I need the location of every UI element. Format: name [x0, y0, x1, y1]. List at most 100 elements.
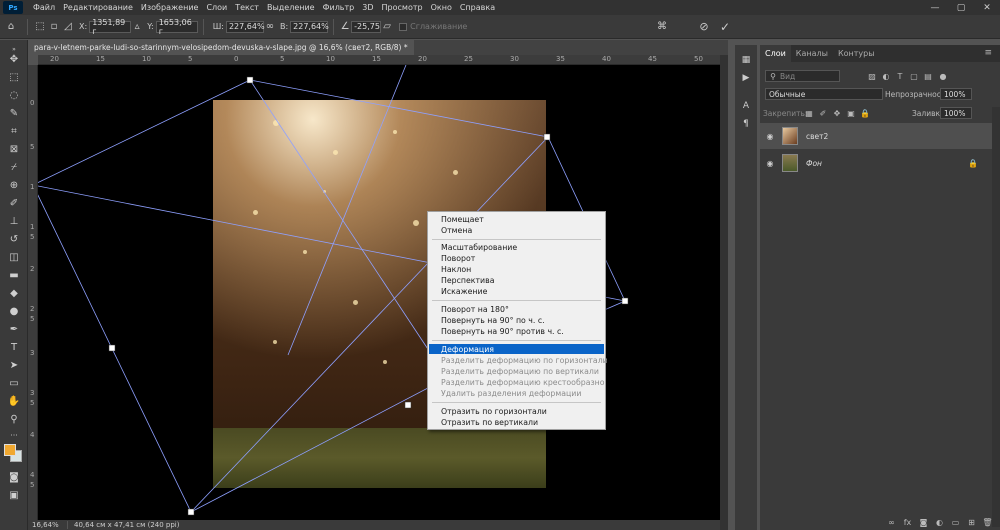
eraser-tool-icon[interactable]: ◫: [5, 250, 23, 265]
menu-view[interactable]: Просмотр: [378, 3, 427, 12]
frame-tool-icon[interactable]: ⊠: [5, 142, 23, 157]
zoom-tool-icon[interactable]: ⚲: [5, 412, 23, 427]
delta-icon[interactable]: ◿: [61, 21, 75, 32]
filter-toggle-icon[interactable]: ●: [938, 70, 948, 82]
layer-name[interactable]: свет2: [806, 132, 828, 141]
menu-item-rotate-90-cw[interactable]: Повернуть на 90° по ч. с.: [429, 315, 604, 325]
screen-mode-icon[interactable]: ▣: [5, 488, 23, 503]
menu-type[interactable]: Текст: [231, 3, 263, 12]
lasso-tool-icon[interactable]: ◌: [5, 88, 23, 103]
stamp-tool-icon[interactable]: ⊥: [5, 214, 23, 229]
hand-tool-icon[interactable]: ✋: [5, 394, 23, 409]
lock-move-icon[interactable]: ✥: [832, 107, 842, 119]
transform-handle[interactable]: [404, 401, 412, 409]
transform-handle[interactable]: [246, 76, 254, 84]
warp-toggle-icon[interactable]: ⌘: [655, 21, 669, 32]
adjustment-layer-icon[interactable]: ◐: [933, 516, 946, 529]
home-icon[interactable]: ⌂: [0, 21, 22, 32]
filter-shape-icon[interactable]: ▢: [909, 70, 919, 82]
eyedropper-tool-icon[interactable]: ⌿: [5, 160, 23, 175]
menu-help[interactable]: Справка: [456, 3, 499, 12]
shape-tool-icon[interactable]: ▭: [5, 376, 23, 391]
menu-window[interactable]: Окно: [427, 3, 456, 12]
document-tab[interactable]: para-v-letnem-parke-ludi-so-starinnym-ve…: [28, 40, 414, 55]
new-group-icon[interactable]: ▭: [949, 516, 962, 529]
menu-item-split-warp-horizontal[interactable]: Разделить деформацию по горизонтали: [429, 355, 608, 365]
menu-3d[interactable]: 3D: [358, 3, 377, 12]
marquee-tool-icon[interactable]: ⬚: [5, 70, 23, 85]
menu-select[interactable]: Выделение: [263, 3, 319, 12]
character-panel-icon[interactable]: A: [739, 99, 753, 113]
visibility-eye-icon[interactable]: ◉: [764, 130, 776, 142]
close-button[interactable]: ✕: [974, 0, 1000, 15]
menu-item-warp[interactable]: Деформация: [429, 344, 604, 354]
actions-panel-icon[interactable]: ▶: [739, 71, 753, 85]
menu-item-rotate-180[interactable]: Поворот на 180°: [429, 304, 604, 314]
lock-all-icon[interactable]: 🔒: [860, 107, 870, 119]
move-tool-icon[interactable]: ✥: [5, 52, 23, 67]
more-tools-icon[interactable]: ···: [5, 428, 23, 443]
cancel-icon[interactable]: ⊘: [697, 20, 711, 33]
foreground-color-swatch[interactable]: [4, 444, 16, 456]
layer-style-icon[interactable]: fx: [901, 516, 914, 529]
layer-row[interactable]: ◉ свет2: [760, 123, 992, 149]
layer-lock-icon[interactable]: 🔒: [968, 159, 978, 168]
menu-edit[interactable]: Редактирование: [59, 3, 137, 12]
maximize-button[interactable]: ▢: [948, 0, 974, 15]
tab-paths[interactable]: Контуры: [833, 45, 880, 62]
minimize-button[interactable]: —: [922, 0, 948, 15]
menu-item-perspective[interactable]: Перспектива: [429, 275, 604, 285]
lock-transparent-icon[interactable]: ▦: [804, 107, 814, 119]
zoom-level[interactable]: 16,64%: [28, 521, 68, 529]
panel-scrollbar[interactable]: [992, 107, 1000, 527]
lock-artboard-icon[interactable]: ▣: [846, 107, 856, 119]
healing-tool-icon[interactable]: ⊕: [5, 178, 23, 193]
link-layers-icon[interactable]: ∞: [885, 516, 898, 529]
blur-tool-icon[interactable]: ◆: [5, 286, 23, 301]
menu-filter[interactable]: Фильтр: [319, 3, 359, 12]
menu-layers[interactable]: Слои: [202, 3, 231, 12]
menu-item-flip-horizontal[interactable]: Отразить по горизонтали: [429, 406, 604, 416]
angle-field[interactable]: -25,75: [351, 20, 382, 33]
link-icon[interactable]: ∞: [264, 21, 276, 32]
smoothing-checkbox[interactable]: [399, 22, 408, 31]
quick-select-tool-icon[interactable]: ✎: [5, 106, 23, 121]
history-panel-icon[interactable]: ▦: [739, 53, 753, 67]
transform-move-icon[interactable]: ⬚: [33, 21, 47, 32]
canvas-area[interactable]: [38, 65, 720, 520]
visibility-eye-icon[interactable]: ◉: [764, 157, 776, 169]
transform-handle[interactable]: [543, 133, 551, 141]
menu-item-remove-warp-split[interactable]: Удалить разделения деформации: [429, 388, 604, 398]
menu-item-flip-vertical[interactable]: Отразить по вертикали: [429, 417, 604, 427]
blend-mode-select[interactable]: Обычные: [765, 88, 883, 100]
menu-file[interactable]: Файл: [29, 3, 59, 12]
filter-adjustment-icon[interactable]: ◐: [881, 70, 891, 82]
transform-handle[interactable]: [621, 297, 629, 305]
y-field[interactable]: 1653,06 г: [155, 18, 198, 36]
gradient-tool-icon[interactable]: ▬: [5, 268, 23, 283]
history-brush-tool-icon[interactable]: ↺: [5, 232, 23, 247]
transform-handle[interactable]: [187, 508, 195, 516]
tab-layers[interactable]: Слои: [760, 45, 791, 62]
filter-type-icon[interactable]: T: [895, 70, 905, 82]
add-mask-icon[interactable]: ◙: [917, 516, 930, 529]
panel-menu-icon[interactable]: ≡: [984, 48, 992, 58]
reference-point-icon[interactable]: ▫: [47, 21, 61, 32]
pen-tool-icon[interactable]: ✒: [5, 322, 23, 337]
delete-layer-icon[interactable]: 🗑: [981, 516, 994, 529]
menu-item-distort[interactable]: Искажение: [429, 286, 604, 296]
vertical-ruler[interactable]: 0 5 1 1 5 2 2 5 3 3 5 4 4 5: [28, 65, 38, 520]
layer-name[interactable]: Фон: [806, 159, 822, 168]
transform-bounding-box[interactable]: [38, 65, 720, 520]
skew-icon[interactable]: ▱: [381, 21, 393, 32]
relative-position-icon[interactable]: ▵: [131, 21, 143, 32]
width-field[interactable]: 227,64%: [225, 20, 265, 33]
menu-item-rotate[interactable]: Поворот: [429, 253, 604, 263]
x-field[interactable]: 1351,89 г: [89, 18, 132, 36]
opacity-field[interactable]: 100%: [940, 88, 972, 100]
menu-item-skew[interactable]: Наклон: [429, 264, 604, 274]
filter-pixel-icon[interactable]: ▨: [867, 70, 877, 82]
menu-image[interactable]: Изображение: [137, 3, 203, 12]
menu-item-split-warp-crosswise[interactable]: Разделить деформацию крестообразно: [429, 377, 605, 387]
type-tool-icon[interactable]: T: [5, 340, 23, 355]
